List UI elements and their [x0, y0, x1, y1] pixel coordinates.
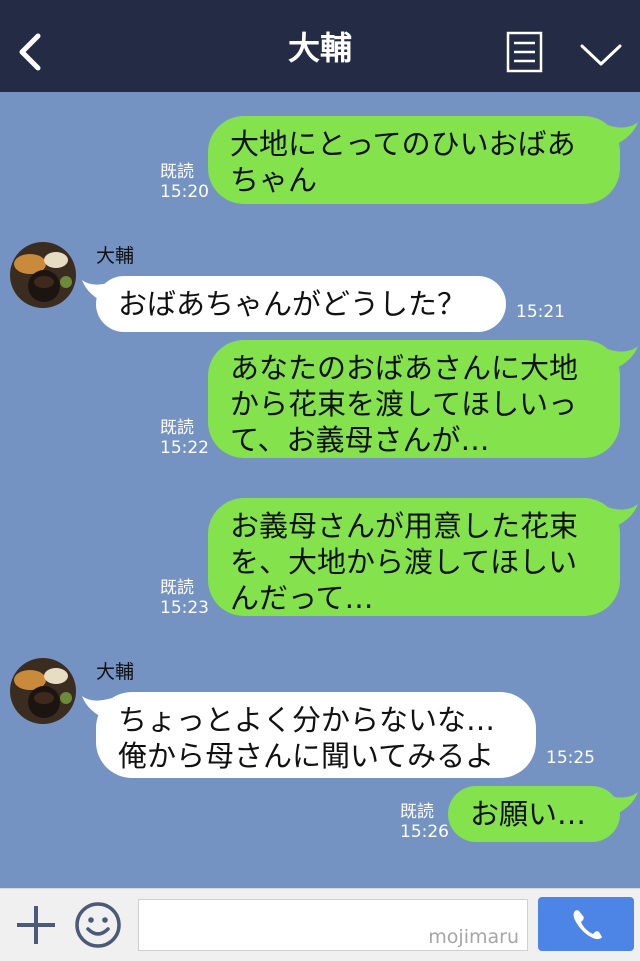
message-line: お願い…	[470, 797, 587, 831]
sent-message-bubble[interactable]: 大地にとってのひいおばあ ちゃん	[208, 116, 620, 204]
message-input[interactable]: mojimaru	[138, 899, 528, 951]
avatar[interactable]	[10, 242, 76, 308]
read-receipt: 既読	[160, 418, 194, 438]
received-message-bubble[interactable]: ちょっとよく分からないな… 俺から母さんに聞いてみるよ	[96, 692, 536, 778]
call-button[interactable]	[538, 897, 634, 951]
sent-message-bubble[interactable]: あなたのおばあさんに大地 から花束を渡してほしいっ て、お義母さんが…	[208, 340, 620, 458]
phone-icon	[573, 910, 602, 940]
message-time: 15:23	[160, 598, 209, 618]
message-line: お義母さんが用意した花束	[230, 509, 579, 543]
message-meta: 既読 15:26	[400, 802, 449, 842]
read-receipt: 既読	[160, 162, 194, 182]
avatar[interactable]	[10, 658, 76, 724]
message-input-bar: mojimaru	[0, 888, 640, 961]
read-receipt: 既読	[160, 578, 194, 598]
message-line: ちょっとよく分からないな…	[118, 703, 496, 737]
message-line: 大地にとってのひいおばあ	[230, 127, 576, 161]
list-menu-icon[interactable]	[506, 30, 544, 74]
watermark: mojimaru	[428, 926, 519, 948]
message-line: んだって…	[230, 581, 374, 615]
message-time: 15:25	[546, 748, 595, 768]
bubble-tail	[604, 792, 638, 816]
sender-name: 大輔	[96, 661, 135, 683]
message-line: おばあちゃんがどうした？	[118, 287, 467, 321]
message-meta: 既読 15:23	[160, 578, 209, 618]
received-message-bubble[interactable]: おばあちゃんがどうした？	[96, 276, 506, 332]
message-line: ちゃん	[230, 163, 318, 197]
read-receipt: 既読	[400, 802, 434, 822]
message-time: 15:26	[400, 822, 449, 842]
plus-icon[interactable]	[14, 903, 58, 947]
message-time: 15:22	[160, 438, 209, 458]
chat-title: 大輔	[287, 29, 352, 67]
sender-name: 大輔	[96, 245, 135, 267]
message-time: 15:21	[516, 302, 565, 322]
bubble-tail	[604, 122, 638, 146]
message-line: を、大地から渡してほしい	[230, 545, 578, 579]
message-meta: 既読 15:22	[160, 418, 209, 458]
smile-icon[interactable]	[74, 901, 122, 949]
message-meta: 既読 15:20	[160, 162, 209, 202]
sent-message-bubble[interactable]: お義母さんが用意した花束 を、大地から渡してほしい んだって…	[208, 498, 620, 616]
message-line: あなたのおばあさんに大地	[230, 351, 579, 385]
message-line: から花束を渡してほしいっ	[230, 387, 578, 421]
sent-message-bubble[interactable]: お願い…	[448, 786, 620, 842]
chevron-down-icon[interactable]	[578, 38, 624, 70]
message-line: 俺から母さんに聞いてみるよ	[118, 739, 495, 773]
bubble-tail	[604, 504, 638, 528]
bubble-tail	[604, 346, 638, 370]
message-line: て、お義母さんが…	[230, 423, 490, 457]
message-time: 15:20	[160, 182, 209, 202]
chat-header: 大輔	[0, 0, 640, 92]
